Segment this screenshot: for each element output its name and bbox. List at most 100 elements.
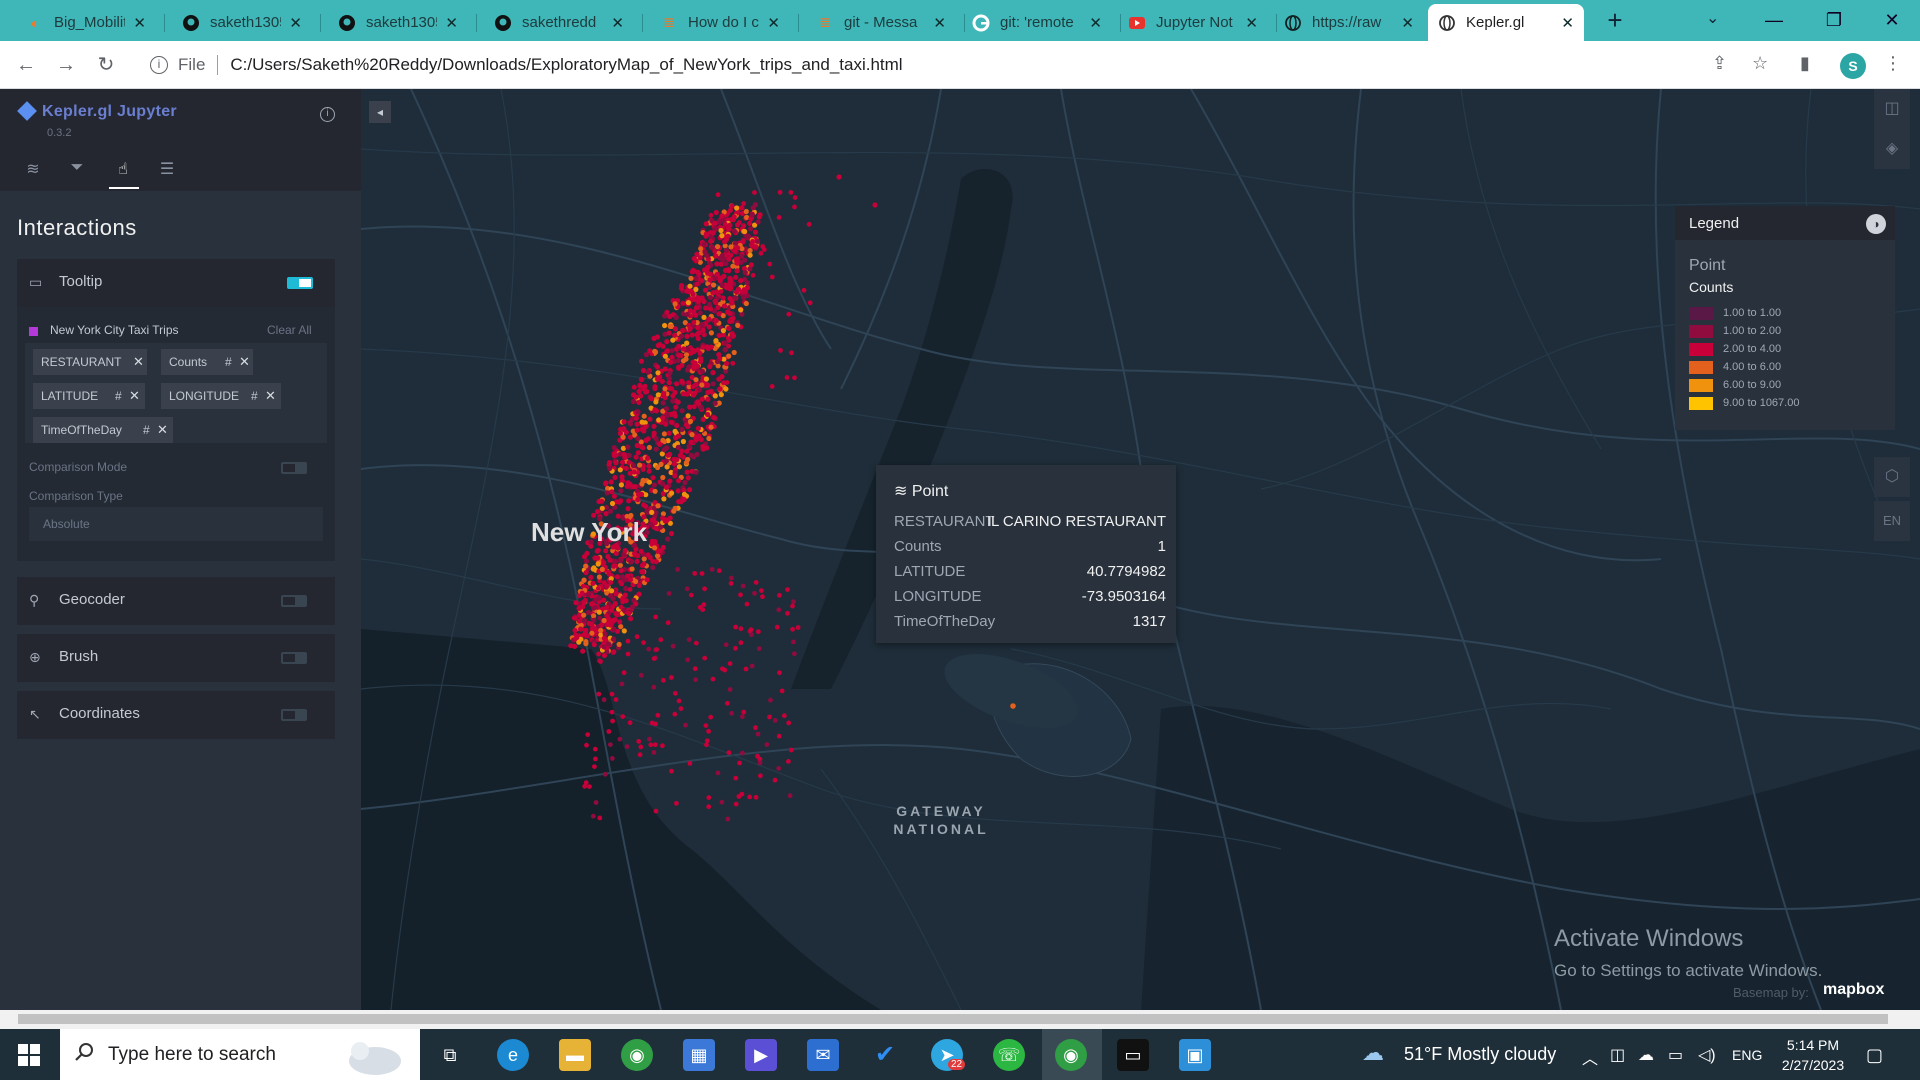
trip-point[interactable]: [601, 597, 607, 603]
trip-point[interactable]: [638, 393, 644, 399]
trip-point[interactable]: [697, 310, 703, 316]
trip-point[interactable]: [733, 645, 738, 651]
trip-point[interactable]: [691, 404, 697, 410]
trip-point[interactable]: [643, 503, 649, 509]
field-chip[interactable]: LATITUDE # ✕: [33, 383, 145, 409]
restore-button[interactable]: ❐: [1814, 6, 1854, 34]
trip-point[interactable]: [635, 496, 641, 503]
trip-point[interactable]: [747, 252, 753, 258]
trip-point[interactable]: [727, 687, 733, 692]
trip-point[interactable]: [651, 750, 657, 755]
trip-point[interactable]: [583, 558, 590, 564]
back-button[interactable]: ←: [12, 51, 40, 79]
forward-button[interactable]: →: [52, 51, 80, 79]
close-icon[interactable]: ✕: [129, 383, 140, 409]
trip-point[interactable]: [706, 316, 712, 322]
store-icon[interactable]: ▦: [683, 1039, 715, 1071]
trip-point[interactable]: [723, 386, 729, 392]
trip-point[interactable]: [648, 395, 654, 402]
trip-point[interactable]: [658, 637, 664, 643]
trip-point[interactable]: [653, 436, 659, 442]
browser-tab[interactable]: https://raw ✕: [1274, 4, 1424, 41]
trip-point[interactable]: [608, 479, 614, 485]
trip-point[interactable]: [651, 656, 657, 661]
trip-point[interactable]: [664, 412, 670, 418]
trip-point[interactable]: [636, 739, 642, 744]
trip-point[interactable]: [786, 759, 791, 764]
trip-point[interactable]: [669, 768, 674, 774]
trip-point[interactable]: [693, 677, 698, 683]
trip-point[interactable]: [743, 208, 749, 215]
trip-point[interactable]: [611, 445, 617, 451]
trip-point[interactable]: [792, 204, 797, 210]
trip-point[interactable]: [616, 641, 622, 648]
trip-point[interactable]: [667, 451, 673, 457]
trip-point[interactable]: [663, 458, 669, 464]
trip-point[interactable]: [711, 282, 717, 288]
trip-point[interactable]: [651, 684, 657, 690]
trip-point[interactable]: [735, 245, 741, 251]
trip-point[interactable]: [584, 742, 589, 748]
trip-point[interactable]: [708, 714, 714, 720]
trip-point[interactable]: [718, 392, 724, 398]
trip-point[interactable]: [609, 709, 615, 715]
browser-tab[interactable]: sakethredd ✕: [484, 4, 634, 41]
trip-point[interactable]: [684, 586, 690, 592]
trip-point[interactable]: [719, 799, 725, 805]
trip-point[interactable]: [693, 640, 699, 646]
trip-point[interactable]: [714, 289, 720, 295]
trip-point[interactable]: [592, 746, 598, 752]
trip-point[interactable]: [593, 800, 599, 805]
trip-point[interactable]: [667, 313, 673, 320]
trip-point[interactable]: [595, 547, 601, 553]
trip-point[interactable]: [591, 642, 597, 648]
trip-point[interactable]: [695, 325, 701, 331]
trip-point[interactable]: [781, 713, 787, 719]
trip-point[interactable]: [684, 469, 690, 475]
trip-point[interactable]: [607, 622, 613, 628]
battery-icon[interactable]: ▭: [1668, 1045, 1683, 1065]
trip-point[interactable]: [626, 610, 632, 617]
trip-point[interactable]: [708, 212, 714, 218]
trip-point[interactable]: [628, 616, 634, 622]
trip-point[interactable]: [676, 343, 682, 349]
trip-point[interactable]: [755, 731, 761, 737]
trip-point[interactable]: [726, 325, 732, 331]
whatsapp-icon[interactable]: ☏: [993, 1039, 1025, 1071]
trip-point[interactable]: [672, 690, 678, 696]
trip-point[interactable]: [684, 391, 690, 397]
trip-point[interactable]: [653, 721, 658, 727]
trip-point[interactable]: [676, 478, 682, 484]
trip-point[interactable]: [717, 255, 723, 261]
trip-point[interactable]: [692, 390, 698, 396]
trip-point[interactable]: [704, 738, 710, 744]
close-icon[interactable]: ✕: [1401, 14, 1414, 32]
trip-point[interactable]: [769, 384, 775, 389]
trip-point[interactable]: [702, 655, 708, 661]
trip-point[interactable]: [620, 459, 626, 465]
share-icon[interactable]: ⇪: [1712, 53, 1727, 74]
trip-point[interactable]: [650, 475, 656, 481]
trip-point[interactable]: [662, 386, 668, 392]
close-icon[interactable]: ✕: [1089, 14, 1102, 32]
trip-point[interactable]: [692, 571, 698, 576]
trip-point[interactable]: [611, 493, 617, 499]
trip-point[interactable]: [727, 296, 733, 301]
trip-point[interactable]: [749, 212, 755, 218]
trip-point[interactable]: [646, 479, 652, 485]
trip-point[interactable]: [693, 275, 699, 282]
trip-point[interactable]: [663, 484, 670, 490]
trip-point[interactable]: [628, 559, 634, 565]
language-button[interactable]: EN: [1874, 501, 1910, 541]
trip-point[interactable]: [568, 643, 574, 649]
trip-point[interactable]: [702, 287, 709, 293]
trip-point[interactable]: [672, 711, 678, 717]
trip-point[interactable]: [626, 452, 632, 458]
trip-point[interactable]: [678, 333, 685, 339]
trip-point[interactable]: [739, 205, 745, 211]
trip-point[interactable]: [700, 607, 706, 612]
trip-point[interactable]: [744, 280, 750, 286]
trip-point[interactable]: [659, 378, 665, 384]
trip-point[interactable]: [685, 413, 691, 419]
trip-point[interactable]: [680, 300, 686, 306]
